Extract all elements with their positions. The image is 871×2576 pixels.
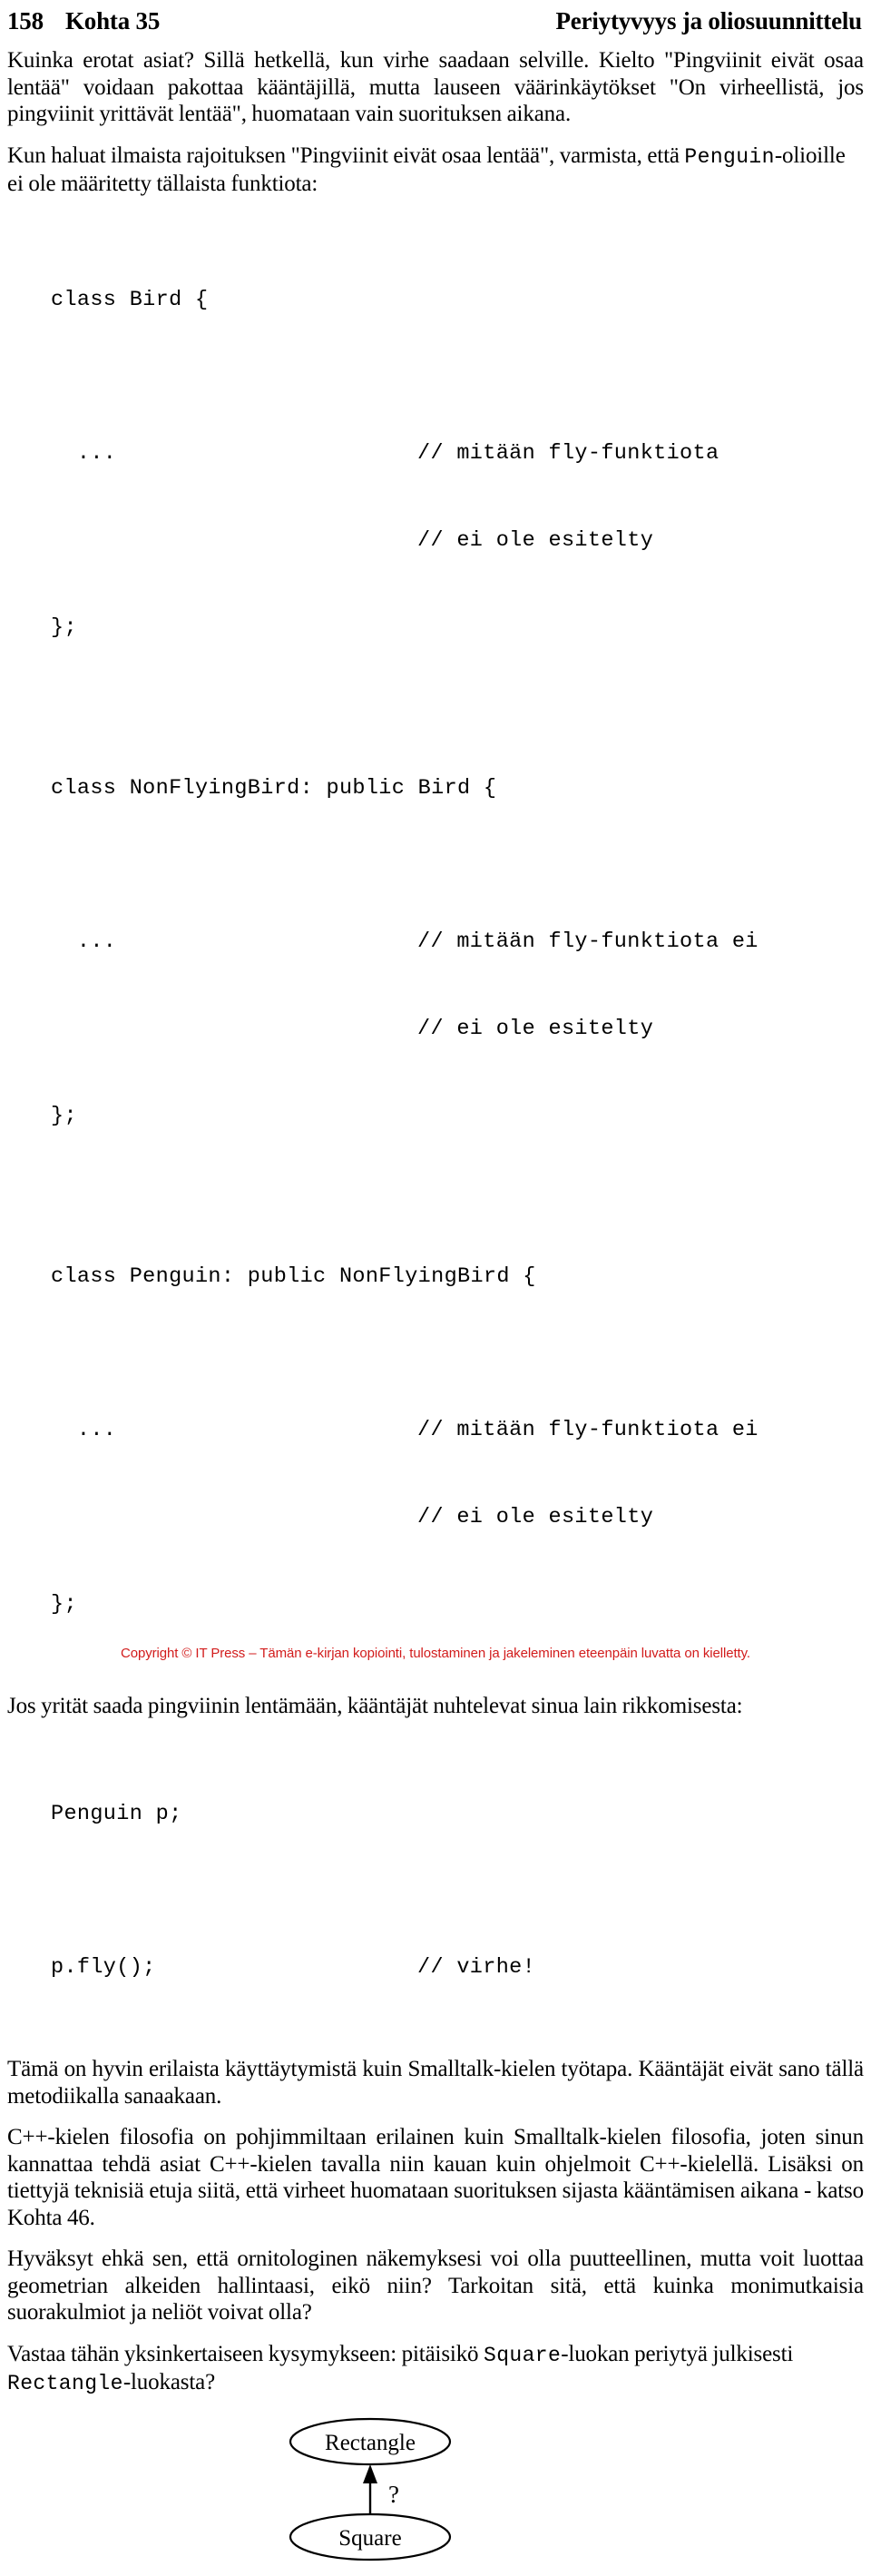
paragraph-7-part-c: -luokasta? [122, 2370, 216, 2394]
code-comment: // mitään fly-funktiota ei [417, 1417, 758, 1442]
code-line: }; [51, 615, 77, 640]
inheritance-diagram-svg: Rectangle Square ? [289, 2417, 452, 2561]
paragraph-6: Hyväksyt ehkä sen, että ornitologinen nä… [7, 2247, 864, 2325]
code-comment: // mitään fly-funktiota ei [417, 929, 758, 954]
code-comment: // ei ole esitelty [417, 1016, 654, 1041]
code-line: class Penguin: public NonFlyingBird { [51, 1263, 536, 1289]
code-block-penguin: class Penguin: public NonFlyingBird { ..… [7, 1204, 864, 1677]
paragraph-4: Tämä on hyvin erilaista käyttäytymistä k… [7, 2057, 864, 2109]
page-number: 158 [7, 7, 44, 34]
code-line: p.fly(); // virhe! [51, 1953, 864, 1982]
paragraph-2: Kun haluat ilmaista rajoituksen "Pingvii… [7, 143, 864, 198]
edge-question-label: ? [388, 2481, 399, 2508]
page-content: Kuinka erotat asiat? Sillä hetkellä, kun… [7, 47, 864, 2576]
code-line: ... // mitään fly-funktiota ei [51, 1416, 864, 1445]
code-comment: // mitään fly-funktiota [417, 440, 719, 466]
code-line: ... // mitään fly-funktiota [51, 439, 864, 468]
code-line: // ei ole esitelty [51, 526, 864, 556]
code-line-text: ... [51, 1417, 117, 1442]
code-comment: // ei ole esitelty [417, 1504, 654, 1529]
paragraph-1: Kuinka erotat asiat? Sillä hetkellä, kun… [7, 48, 864, 126]
book-title: Periytyvyys ja oliosuunnittelu [555, 7, 862, 34]
code-line: // ei ole esitelty [51, 1015, 864, 1044]
running-header: 158 Kohta 35 Periytyvyys ja oliosuunnitt… [0, 5, 871, 40]
inline-code-square: Square [484, 2343, 562, 2367]
code-line: // ei ole esitelty [51, 1503, 864, 1532]
code-line: ... // mitään fly-funktiota ei [51, 928, 864, 957]
paragraph-7: Vastaa tähän yksinkertaiseen kysymykseen… [7, 2341, 864, 2398]
inheritance-diagram: Rectangle Square ? [7, 2413, 864, 2576]
rectangle-node-label: Rectangle [325, 2431, 416, 2455]
code-comment: // virhe! [417, 1955, 536, 1980]
code-line: }; [51, 1591, 77, 1617]
inline-code-penguin: Penguin [684, 144, 775, 169]
code-line: class NonFlyingBird: public Bird { [51, 775, 497, 801]
code-line: class Bird { [51, 287, 209, 312]
paragraph-7-part-b: -luokan periytyä julkisesti [561, 2341, 794, 2366]
inline-code-rectangle: Rectangle [7, 2372, 123, 2395]
paragraph-7-part-a: Vastaa tähän yksinkertaiseen kysymykseen… [7, 2341, 484, 2366]
chapter-label: Kohta 35 [65, 7, 161, 34]
code-line-text: ... [51, 929, 117, 954]
code-block-usage: Penguin p; p.fly(); // virhe! [7, 1742, 864, 2040]
square-node-label: Square [338, 2526, 401, 2551]
paragraph-5: C++-kielen filosofia on pohjimmiltaan er… [7, 2125, 864, 2230]
paragraph-3: Jos yrität saada pingviinin lentämään, k… [7, 1693, 743, 1718]
inheritance-arrow-head [363, 2463, 377, 2483]
code-block-nonflyingbird: class NonFlyingBird: public Bird { ... //… [7, 716, 864, 1189]
code-comment: // ei ole esitelty [417, 527, 654, 553]
document-page: 158 Kohta 35 Periytyvyys ja oliosuunnitt… [0, 0, 871, 2561]
code-line: }; [51, 1103, 77, 1128]
code-line-text: ... [51, 440, 117, 466]
copyright-footer: Copyright © IT Press – Tämän e-kirjan ko… [121, 1646, 750, 1661]
code-block-bird: class Bird { ...// mitään fly-funktiota … [7, 228, 864, 701]
code-line-text: p.fly(); [51, 1955, 156, 1980]
paragraph-2-part-a: Kun haluat ilmaista rajoituksen "Pingvii… [7, 143, 685, 168]
code-line: Penguin p; [51, 1802, 182, 1826]
